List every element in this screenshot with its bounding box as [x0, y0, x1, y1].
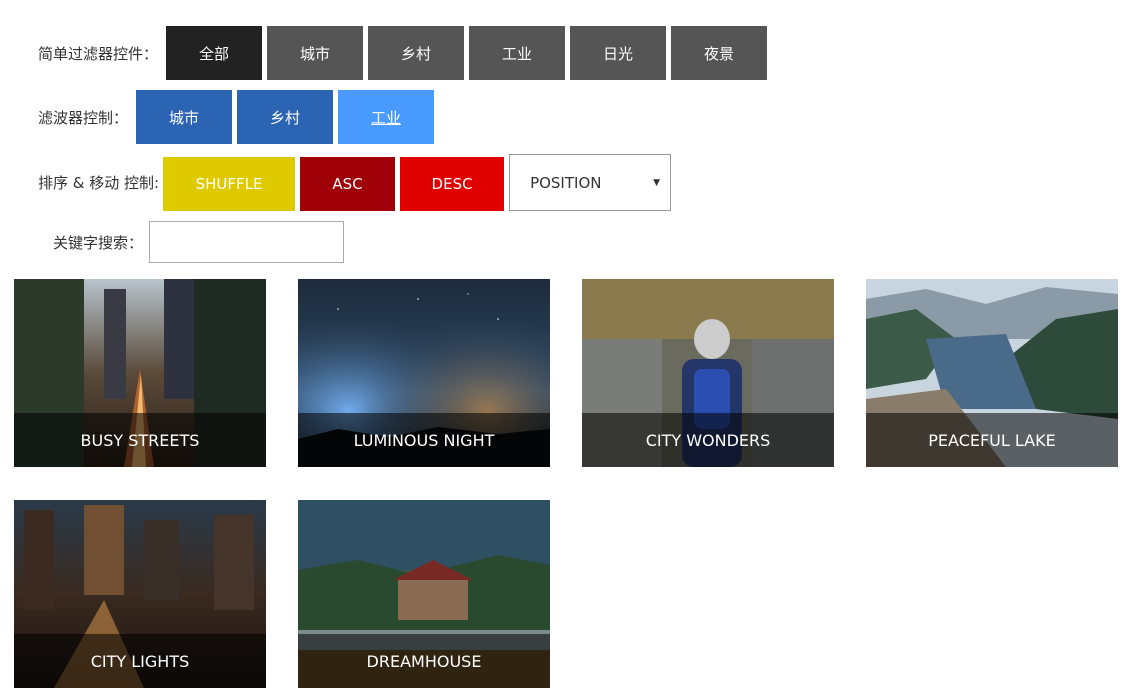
gallery-title: LUMINOUS NIGHT [353, 430, 495, 450]
toggle-city-button[interactable]: 城市 [136, 90, 233, 144]
gallery-item[interactable]: CITY LIGHTS [14, 500, 266, 688]
toggle-industrial-button[interactable]: 工业 [338, 90, 435, 144]
filter-all-button[interactable]: 全部 [166, 26, 263, 80]
gallery-item[interactable]: DREAMHOUSE [298, 500, 550, 688]
sort-control-row: 排序 & 移动 控制: SHUFFLE ASC DESC POSITION ▼ [38, 154, 672, 211]
simple-filter-label: 简单过滤器控件： [38, 44, 159, 63]
gallery-title: BUSY STREETS [80, 430, 200, 450]
filter-control-row: 滤波器控制： 城市 乡村 工业 [38, 90, 439, 144]
gallery-caption: DREAMHOUSE [298, 634, 550, 688]
gallery-item[interactable]: BUSY STREETS [14, 279, 266, 467]
gallery-title: PEACEFUL LAKE [928, 430, 1056, 450]
gallery-caption: CITY WONDERS [582, 413, 834, 467]
gallery-caption: BUSY STREETS [14, 413, 266, 467]
gallery-title: CITY LIGHTS [90, 651, 190, 671]
sort-by-select[interactable]: POSITION ▼ [509, 154, 672, 211]
shuffle-button[interactable]: SHUFFLE [163, 156, 296, 211]
gallery-item[interactable]: CITY WONDERS [582, 279, 834, 467]
gallery-title: DREAMHOUSE [366, 651, 482, 671]
sort-control-label: 排序 & 移动 控制: [38, 174, 160, 192]
filter-daylight-button[interactable]: 日光 [570, 26, 667, 80]
gallery-item[interactable]: PEACEFUL LAKE [866, 279, 1118, 467]
sort-by-value: POSITION [530, 173, 602, 192]
filter-city-button[interactable]: 城市 [267, 26, 364, 80]
filter-night-button[interactable]: 夜景 [671, 26, 768, 80]
search-label: 关键字搜索： [53, 233, 144, 252]
filter-country-button[interactable]: 乡村 [368, 26, 465, 80]
sort-desc-button[interactable]: DESC [400, 156, 505, 211]
search-input[interactable] [149, 221, 345, 263]
dropdown-arrow-icon: ▼ [653, 177, 661, 188]
filter-control-label: 滤波器控制： [38, 108, 129, 127]
gallery-caption: CITY LIGHTS [14, 634, 266, 688]
gallery-caption: LUMINOUS NIGHT [298, 413, 550, 467]
search-row: 关键字搜索： [53, 221, 345, 263]
gallery-caption: PEACEFUL LAKE [866, 413, 1118, 467]
toggle-country-button[interactable]: 乡村 [237, 90, 334, 144]
simple-filter-row: 简单过滤器控件： 全部 城市 乡村 工业 日光 夜景 [38, 26, 772, 80]
gallery-item[interactable]: LUMINOUS NIGHT [298, 279, 550, 467]
gallery-title: CITY WONDERS [645, 430, 771, 450]
sort-asc-button[interactable]: ASC [300, 156, 396, 211]
filter-industrial-button[interactable]: 工业 [469, 26, 566, 80]
